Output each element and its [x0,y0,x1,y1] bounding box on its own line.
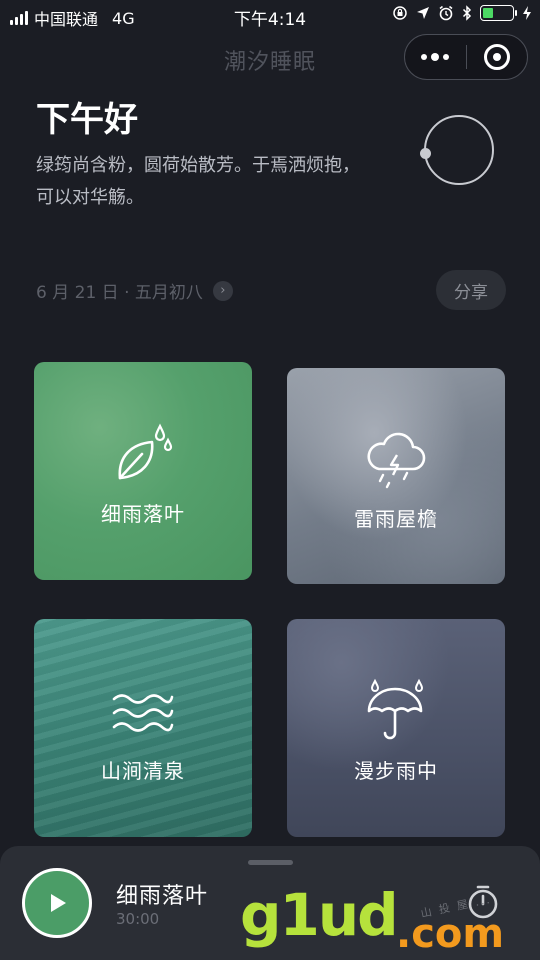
sound-card-rain-leaves[interactable]: 细雨落叶 [34,362,252,580]
card-label: 漫步雨中 [354,758,438,783]
track-title: 细雨落叶 [116,884,209,909]
date-row[interactable]: 6 月 21 日 · 五月初八 › [36,278,233,303]
poem-line-2: 可以对华觞。 [36,187,144,208]
share-button[interactable]: 分享 [436,270,506,310]
charging-icon [523,6,531,20]
sound-card-thunder-eaves[interactable]: 雷雨屋檐 [287,368,505,584]
umbrella-rain-icon [367,678,424,739]
watermark-logo: g1ud [240,881,399,949]
location-icon [417,7,429,19]
card-label: 细雨落叶 [101,501,185,526]
card-label: 雷雨屋檐 [354,506,438,531]
status-bar: 中国联通 4G 下午4:14 [0,0,540,32]
waves-icon [112,693,174,732]
target-icon [483,44,510,70]
card-label: 山涧清泉 [101,758,185,783]
more-dots-icon [421,53,450,61]
moon-phase-dot [420,148,431,159]
leaf-rain-icon [118,423,173,479]
watermark-suffix: .com [396,911,505,957]
greeting-heading: 下午好 [36,100,138,140]
play-button[interactable] [22,868,92,938]
alarm-icon [439,5,453,21]
poem-text: 绿筠尚含粉，圆荷始散芳。于焉洒烦抱， 可以对华觞。 [36,150,396,214]
bluetooth-icon [462,5,472,21]
more-button[interactable] [405,35,466,79]
close-miniprogram-button[interactable] [467,35,528,79]
status-right [392,5,532,21]
poem-line-1: 绿筠尚含粉，圆荷始散芳。于焉洒烦抱， [36,155,360,176]
chevron-right-icon: › [212,280,233,301]
sound-card-walk-in-rain[interactable]: 漫步雨中 [287,619,505,837]
orientation-lock-icon [393,6,407,20]
track-duration: 30:00 [116,910,160,928]
play-icon [51,894,66,912]
thunder-cloud-icon [367,432,426,488]
drag-handle[interactable] [248,860,293,865]
moon-phase-icon [424,115,494,185]
date-text: 6 月 21 日 · 五月初八 [36,283,203,303]
mini-program-capsule [404,34,528,80]
sound-card-mountain-spring[interactable]: 山涧清泉 [34,619,252,837]
battery-icon [480,5,517,21]
